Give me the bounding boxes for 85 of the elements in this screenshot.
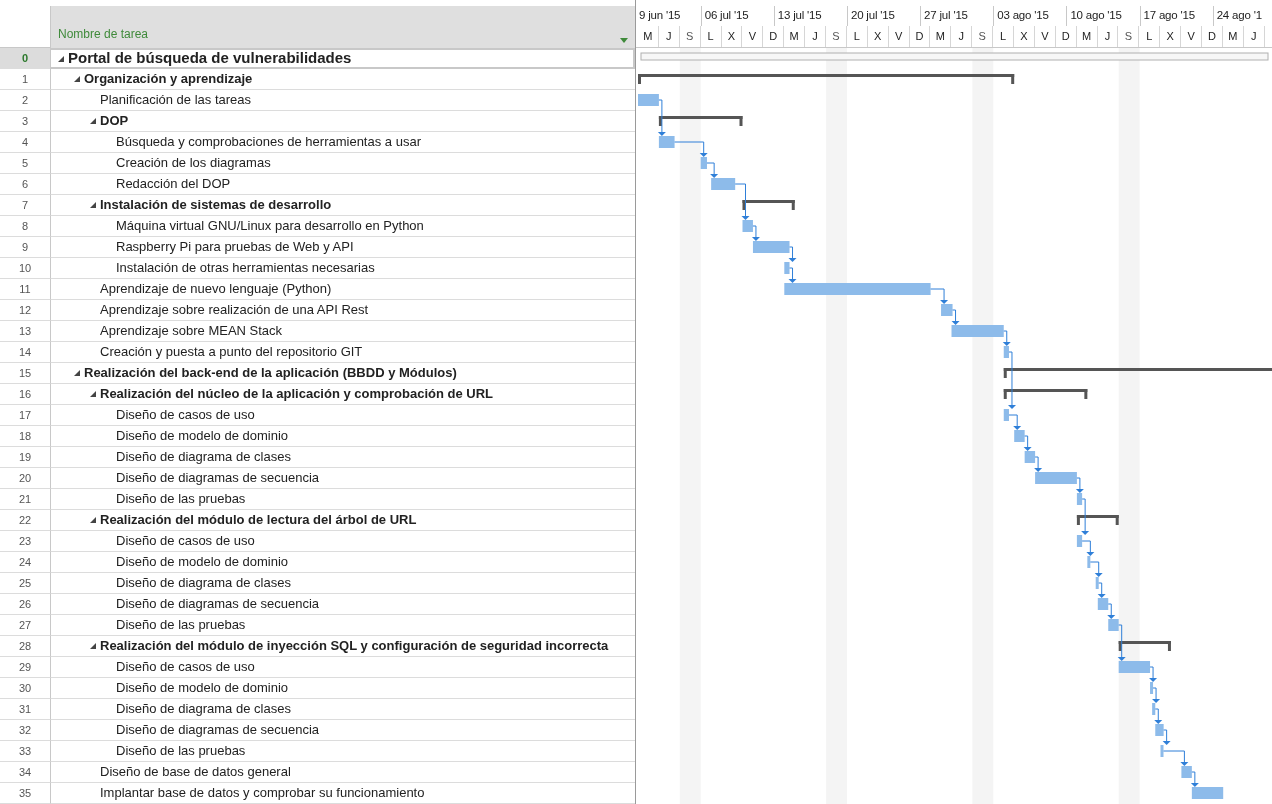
task-name: Aprendizaje de nuevo lenguaje (Python) [100,280,332,299]
day-label: L [1139,26,1161,47]
week-label: 17 ago '15 [1139,6,1213,26]
task-name: Realización del módulo de lectura del árbol de URL [100,511,417,530]
task-name: Instalación de otras herramientas necesarias [116,259,375,278]
task-name: Diseño de diagrama de clases [116,700,291,719]
day-label: M [1222,26,1244,47]
day-label: S [679,26,701,47]
task-name: Diseño de las pruebas [116,742,246,761]
collapse-icon[interactable] [90,517,96,523]
task-name: Diseño de diagrama de clases [116,574,291,593]
collapse-icon[interactable] [58,55,64,62]
day-label: L [700,26,722,47]
day-label: V [1034,26,1056,47]
day-label: M [784,26,806,47]
task-name: Aprendizaje sobre MEAN Stack [100,322,283,341]
day-label: X [721,26,743,47]
week-label: 24 ago '1 [1212,6,1272,26]
task-name: Diseño de las pruebas [116,616,246,635]
task-name: Instalación de sistemas de desarrollo [100,196,332,215]
task-name: Portal de búsqueda de vulnerabilidades [68,48,352,69]
day-label: V [742,26,764,47]
day-label: J [1097,26,1119,47]
task-name: Organización y aprendizaje [84,70,253,89]
day-label: L [846,26,868,47]
week-label: 06 jul '15 [700,6,774,26]
collapse-icon[interactable] [90,643,96,649]
task-name: Diseño de casos de uso [116,406,255,425]
day-label: S [972,26,994,47]
task-name: Diseño de diagrama de clases [116,448,291,467]
task-name: Diseño de modelo de dominio [116,679,288,698]
task-name: Máquina virtual GNU/Linux para desarrollo en Python [116,217,424,236]
task-name: Creación de los diagramas [116,154,271,173]
task-name: Búsqueda y comprobaciones de herramientas a usar [116,133,421,152]
task-name: Diseño de las pruebas [116,490,246,509]
day-label: V [1181,26,1203,47]
day-label: V [888,26,910,47]
task-name: Realización del back-end de la aplicación (BBDD y Módulos) [84,364,457,383]
task-name: Diseño de diagramas de secuencia [116,721,320,740]
week-label: 13 jul '15 [773,6,847,26]
day-label: L [993,26,1015,47]
day-label: D [909,26,931,47]
task-name: DOP [100,112,129,131]
task-name: Planificación de las tareas [100,91,252,110]
task-name: Diseño de diagramas de secuencia [116,595,320,614]
week-label: 10 ago '15 [1066,6,1140,26]
day-label: X [867,26,889,47]
day-label: J [658,26,680,47]
day-label: X [1014,26,1035,47]
day-label: J [805,26,826,47]
day-label: X [1160,26,1182,47]
week-label: 20 jul '15 [846,6,921,26]
collapse-icon[interactable] [90,391,96,397]
task-name: Creación y puesta a punto del repositorio GIT [100,343,363,362]
day-label: M [638,26,659,47]
task-name: Realización del núcleo de la aplicación y comprobación de URL [100,385,493,404]
day-label: M [930,26,952,47]
day-label: D [1055,26,1077,47]
collapse-icon[interactable] [90,118,96,124]
dropdown-icon[interactable] [620,38,628,43]
day-label: J [951,26,973,47]
task-name: Diseño de base de datos general [100,763,291,782]
day-label: S [826,26,847,47]
day-label: M [1076,26,1098,47]
day-label: S [1118,26,1140,47]
day-label: D [1202,26,1223,47]
row-number[interactable]: 0 [0,48,50,69]
task-name: Diseño de modelo de dominio [116,427,288,446]
collapse-icon[interactable] [74,76,80,82]
task-name: Diseño de casos de uso [116,658,255,677]
week-label: 9 jun '15 [638,8,682,24]
task-name: Diseño de modelo de dominio [116,553,288,572]
week-label: 27 jul '15 [920,6,994,26]
day-label: D [763,26,785,47]
task-name: Diseño de casos de uso [116,532,255,551]
day-label: J [1243,26,1265,47]
task-name: Redacción del DOP [116,175,231,194]
task-name: Diseño de diagramas de secuencia [116,469,320,488]
collapse-icon[interactable] [90,202,96,208]
task-name: Realización del módulo de inyección SQL y configuración de seguridad incorrecta [100,637,609,656]
task-name: Aprendizaje sobre realización de una API Rest [100,301,369,320]
task-name: Raspberry Pi para pruebas de Web y API [116,238,354,257]
task-name: Implantar base de datos y comprobar su funcionamiento [100,784,425,803]
collapse-icon[interactable] [74,370,80,376]
week-label: 03 ago '15 [993,6,1067,26]
